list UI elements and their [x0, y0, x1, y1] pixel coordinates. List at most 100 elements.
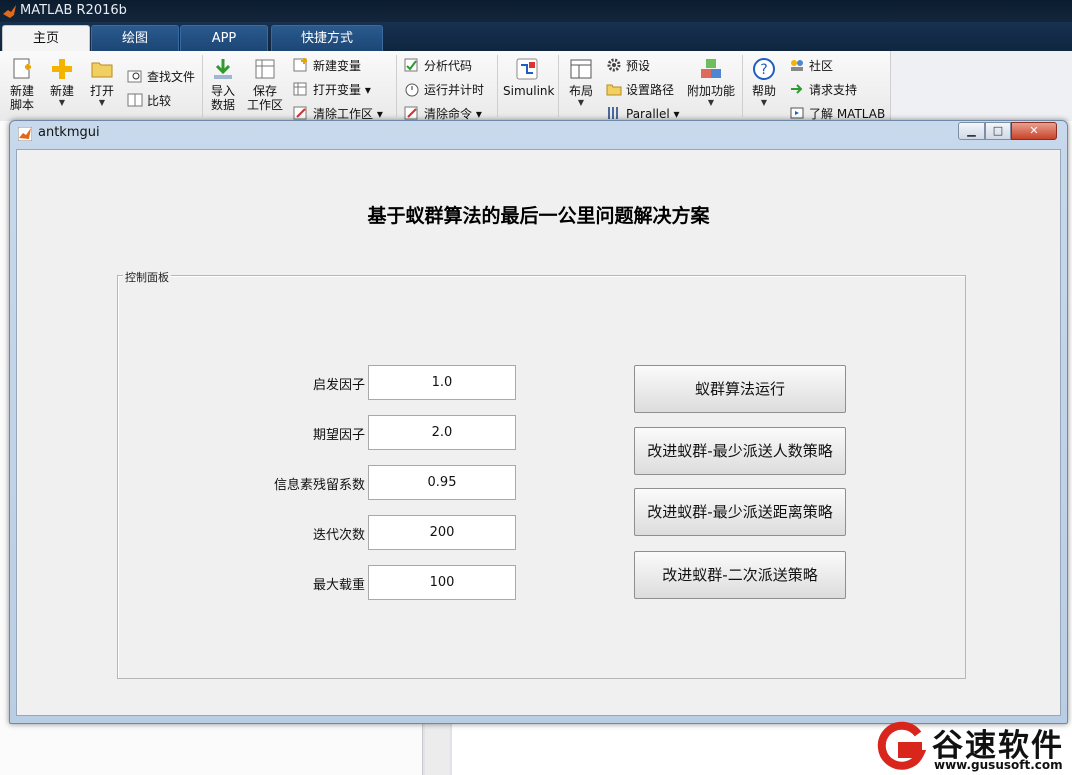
help-button[interactable]: ? 帮助 ▼ [748, 57, 780, 107]
analyze-code-icon [404, 58, 418, 72]
watermark: 谷速软件 www.gususoft.com [872, 718, 1072, 775]
open-variable-label: 打开变量 [313, 83, 362, 97]
stopwatch-icon [405, 83, 419, 97]
save-workspace-icon [255, 59, 275, 79]
set-path-button[interactable]: 设置路径 [606, 81, 674, 99]
help-label: 帮助 [751, 84, 776, 98]
compare-button[interactable]: 比较 [127, 92, 171, 110]
heuristic-factor-input[interactable] [368, 365, 516, 400]
open-variable-button[interactable]: 打开变量 ▾ [293, 81, 371, 99]
minimize-icon: ▁ [967, 124, 976, 137]
new-button[interactable]: 新建 ▼ [44, 57, 80, 107]
clear-commands-icon [404, 106, 418, 120]
dropdown-arrow-icon: ▼ [707, 98, 715, 107]
learn-matlab-label: 了解 MATLAB [809, 107, 886, 121]
new-variable-icon [293, 58, 307, 72]
parallel-icon [608, 107, 618, 119]
close-button[interactable]: ✕ [1011, 122, 1057, 140]
community-icon [791, 60, 803, 71]
layout-icon [570, 59, 592, 79]
figure-window: antkmgui ▁ □ ✕ 基于蚁群算法的最后一公里问题解决方案 控制面板 启… [9, 120, 1068, 724]
save-workspace-button[interactable]: 保存 工作区 [245, 57, 285, 112]
svg-text:?: ? [760, 62, 767, 78]
find-files-button[interactable]: 查找文件 [127, 68, 195, 86]
figure-title: antkmgui [38, 125, 100, 140]
toolstrip-separator [202, 55, 203, 117]
plus-icon [52, 59, 72, 79]
set-path-label: 设置路径 [626, 83, 675, 97]
new-script-icon [13, 58, 31, 79]
max-load-input[interactable] [368, 565, 516, 600]
clear-commands-label: 清除命令 [424, 107, 473, 121]
control-panel-title: 控制面板 [123, 269, 171, 285]
toolstrip-separator [497, 55, 498, 117]
find-files-label: 查找文件 [147, 70, 196, 84]
simulink-button[interactable]: Simulink [503, 57, 555, 98]
run-aco-button[interactable]: 蚁群算法运行 [634, 365, 846, 413]
learn-icon [790, 107, 804, 119]
toolstrip: 新建 脚本 新建 ▼ 打开 ▼ 查找文件 比较 导入 数据 保存 工作区 新建变… [0, 51, 890, 122]
community-button[interactable]: 社区 [789, 57, 833, 75]
watermark-url: www.gususoft.com [934, 758, 1063, 772]
iterations-input[interactable] [368, 515, 516, 550]
analyze-code-label: 分析代码 [424, 59, 473, 73]
preferences-label: 预设 [626, 59, 651, 73]
dropdown-arrow-icon: ▼ [760, 98, 768, 107]
run-and-time-label: 运行并计时 [424, 83, 485, 97]
tab-plots[interactable]: 绘图 [91, 25, 179, 51]
folder-icon [606, 84, 622, 96]
toolstrip-separator [742, 55, 743, 117]
new-variable-button[interactable]: 新建变量 [293, 57, 361, 75]
pheromone-residual-input[interactable] [368, 465, 516, 500]
toolstrip-separator [396, 55, 397, 117]
max-load-label: 最大载重 [312, 578, 365, 593]
help-icon: ? [753, 58, 775, 80]
tab-apps[interactable]: APP [180, 25, 268, 51]
min-couriers-strategy-button[interactable]: 改进蚁群-最少派送人数策略 [634, 427, 846, 475]
maximize-button[interactable]: □ [985, 122, 1011, 140]
tab-shortcuts[interactable]: 快捷方式 [271, 25, 383, 51]
min-distance-strategy-button[interactable]: 改进蚁群-最少派送距离策略 [634, 488, 846, 536]
compare-icon [127, 93, 143, 107]
new-label: 新建 [49, 84, 74, 98]
run-and-time-button[interactable]: 运行并计时 [404, 81, 484, 99]
dropdown-arrow-icon: ▼ [98, 98, 106, 107]
import-data-button[interactable]: 导入 数据 [205, 57, 241, 112]
layout-label: 布局 [568, 84, 593, 98]
layout-button[interactable]: 布局 ▼ [564, 57, 598, 107]
request-support-label: 请求支持 [809, 83, 858, 97]
find-files-icon [127, 70, 142, 83]
close-icon: ✕ [1029, 124, 1039, 137]
add-ons-button[interactable]: 附加功能 ▼ [686, 57, 736, 107]
open-variable-icon [293, 82, 307, 96]
pheromone-residual-label: 信息素残留系数 [273, 478, 365, 493]
community-label: 社区 [809, 59, 834, 73]
maximize-icon: □ [992, 124, 1004, 137]
page-title: 基于蚁群算法的最后一公里问题解决方案 [367, 205, 710, 227]
gear-icon [607, 58, 621, 72]
add-ons-label: 附加功能 [686, 84, 735, 98]
save-workspace-label: 保存 工作区 [246, 84, 283, 112]
dropdown-arrow-icon: ▼ [58, 98, 66, 107]
folder-icon [91, 62, 113, 78]
parallel-label: Parallel [626, 107, 670, 121]
request-support-button[interactable]: 请求支持 [789, 81, 857, 99]
analyze-code-button[interactable]: 分析代码 [404, 57, 472, 75]
compare-label: 比较 [147, 94, 172, 108]
dropdown-arrow-icon: ▼ [577, 98, 585, 107]
toolstrip-separator [558, 55, 559, 117]
ribbon-tabs: 主页 绘图 APP 快捷方式 [0, 22, 1072, 51]
minimize-button[interactable]: ▁ [958, 122, 985, 140]
open-button[interactable]: 打开 ▼ [84, 57, 120, 107]
new-script-button[interactable]: 新建 脚本 [4, 57, 40, 112]
open-label: 打开 [89, 84, 114, 98]
tab-home[interactable]: 主页 [2, 25, 90, 51]
support-icon [791, 84, 803, 94]
matlab-figure-icon [18, 127, 32, 141]
preferences-button[interactable]: 预设 [606, 57, 650, 75]
secondary-delivery-strategy-button[interactable]: 改进蚁群-二次派送策略 [634, 551, 846, 599]
expectation-factor-input[interactable] [368, 415, 516, 450]
figure-client-area: 基于蚁群算法的最后一公里问题解决方案 控制面板 启发因子 期望因子 信息素残留系… [16, 149, 1061, 716]
simulink-label: Simulink [503, 84, 555, 98]
new-script-label: 新建 脚本 [9, 84, 34, 112]
